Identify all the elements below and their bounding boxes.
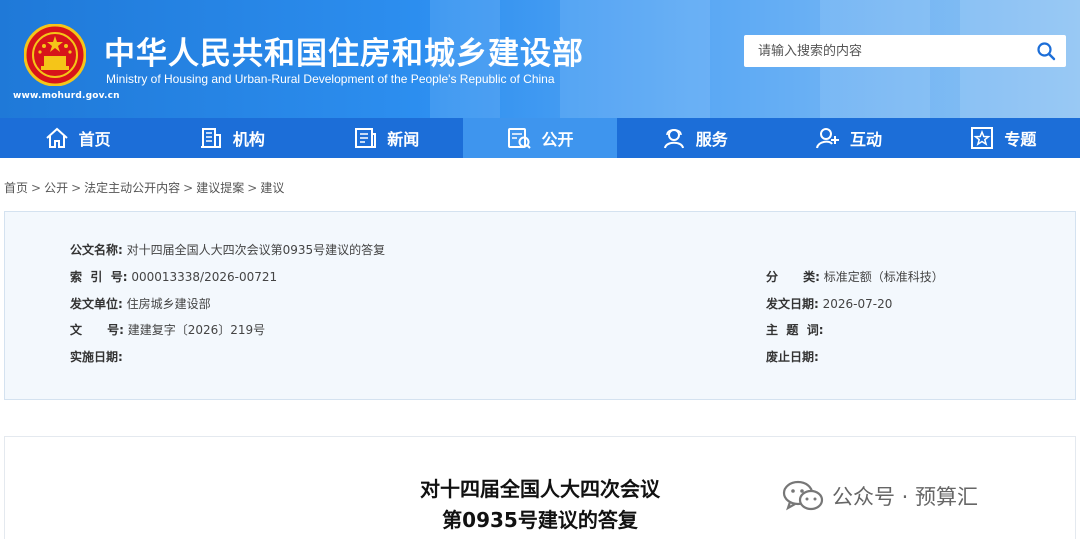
search-box [744,35,1066,67]
info-value: 对十四届全国人大四次会议第0935号建议的答复 [126,243,386,257]
info-expiry-date: 废止日期: [766,348,819,365]
newspaper-icon [355,128,377,148]
nav-item-institutions[interactable]: 机构 [154,118,308,158]
breadcrumb-suggestions[interactable]: 建议 [260,181,284,195]
topic-icon [971,127,994,149]
info-keywords: 主 题 词: [766,321,824,338]
breadcrumb-separator: > [183,181,194,195]
breadcrumb-disclosure[interactable]: 公开 [44,181,68,195]
breadcrumb-home[interactable]: 首页 [4,181,28,195]
disclosure-icon [508,128,532,149]
watermark-text: 公众号 · 预算汇 [832,485,979,509]
info-label: 发文单位: [70,297,123,311]
breadcrumb-separator: > [247,181,258,195]
building-icon [200,128,221,148]
main-nav: 首页 机构 新闻 公开 服务 互动 专题 [0,118,1080,158]
info-label: 文 号: [70,323,124,337]
info-value: 标准定额（标准科技） [823,270,944,284]
wechat-icon [782,480,824,511]
info-label: 公文名称: [70,243,123,257]
breadcrumb-separator: > [31,181,42,195]
nav-item-label: 互动 [850,130,883,149]
info-label: 发文日期: [766,297,819,311]
national-emblem-icon [24,24,86,86]
breadcrumb-statutory[interactable]: 法定主动公开内容 [84,181,180,195]
nav-item-label: 公开 [541,130,574,149]
info-value: 000013338/2026-00721 [131,270,278,284]
nav-item-home[interactable]: 首页 [0,118,154,158]
info-date: 发文日期: 2026-07-20 [766,295,892,312]
info-value: 建建复字〔2026〕219号 [127,323,266,337]
nav-item-news[interactable]: 新闻 [309,118,463,158]
nav-item-label: 服务 [695,130,728,149]
service-icon [663,128,684,149]
info-value: 2026-07-20 [822,297,893,311]
search-icon[interactable] [1036,41,1056,61]
search-input[interactable] [744,35,1024,67]
info-label: 废止日期: [766,350,819,364]
info-label: 分 类: [766,270,820,284]
info-implementation-date: 实施日期: [70,348,123,365]
site-url: www.mohurd.gov.cn [13,91,120,101]
site-title-en: Ministry of Housing and Urban-Rural Deve… [106,72,555,86]
info-doc-name: 公文名称: 对十四届全国人大四次会议第0935号建议的答复 [70,241,385,258]
home-icon [45,127,68,148]
nav-item-label: 机构 [232,130,265,149]
info-issuer: 发文单位: 住房城乡建设部 [70,295,211,312]
nav-item-topics[interactable]: 专题 [926,118,1080,158]
breadcrumb-separator: > [71,181,82,195]
info-doc-number: 文 号: 建建复字〔2026〕219号 [70,321,265,338]
info-label: 实施日期: [70,350,123,364]
nav-item-service[interactable]: 服务 [617,118,771,158]
info-value: 住房城乡建设部 [126,297,211,311]
breadcrumb-proposals[interactable]: 建议提案 [196,181,244,195]
info-label: 主 题 词: [766,323,824,337]
site-title-cn: 中华人民共和国住房和城乡建设部 [104,36,584,72]
nav-item-label: 首页 [78,130,111,149]
nav-item-label: 新闻 [387,130,420,149]
info-category: 分 类: 标准定额（标准科技） [766,268,944,285]
info-label: 索 引 号: [70,270,128,284]
breadcrumb: 首页 > 公开 > 法定主动公开内容 > 建议提案 > 建议 [4,179,284,196]
nav-item-interaction[interactable]: 互动 [771,118,925,158]
site-header: www.mohurd.gov.cn 中华人民共和国住房和城乡建设部 Minist… [0,0,1080,118]
wechat-watermark: 公众号 · 预算汇 [782,480,978,512]
nav-item-disclosure[interactable]: 公开 [462,118,618,158]
info-index: 索 引 号: 000013338/2026-00721 [70,268,277,285]
nav-item-label: 专题 [1004,130,1037,149]
interaction-icon [816,128,840,149]
